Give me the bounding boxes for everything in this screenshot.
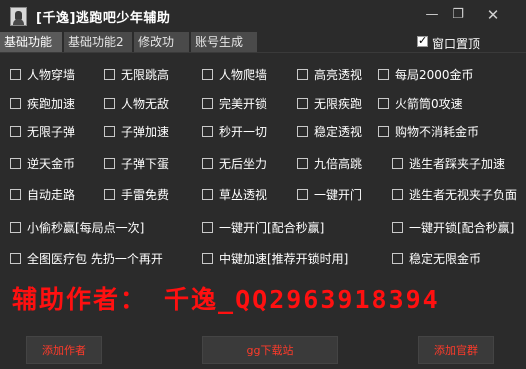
maximize-button[interactable]: ❐ [446, 5, 470, 25]
checkbox-icon[interactable] [104, 189, 115, 200]
window-title: [千逸]逃跑吧少年辅助 [36, 11, 171, 26]
checkbox-icon[interactable] [392, 253, 403, 264]
checkbox-icon[interactable] [104, 126, 115, 137]
checkbox-checked-icon[interactable] [417, 34, 428, 47]
checkbox-icon[interactable] [10, 222, 21, 233]
tab-account-generator[interactable]: 账号生成器 [191, 32, 257, 69]
checkbox-icon[interactable] [104, 98, 115, 109]
checkbox-icon[interactable] [10, 69, 21, 80]
checkbox-icon[interactable] [202, 222, 213, 233]
tab-modify-features[interactable]: 修改功能 [134, 32, 189, 69]
gg-download-button[interactable]: gg下载站 [202, 336, 338, 364]
title-bar: [千逸]逃跑吧少年辅助 — ❐ ✕ [0, 0, 526, 32]
checkbox-icon[interactable] [10, 253, 21, 264]
checkbox-icon[interactable] [202, 158, 213, 169]
checkbox-icon[interactable] [297, 158, 308, 169]
close-button[interactable]: ✕ [481, 5, 505, 25]
checkbox-icon[interactable] [104, 69, 115, 80]
checkbox-icon[interactable] [10, 126, 21, 137]
checkbox-icon[interactable] [10, 158, 21, 169]
tab-basic-features[interactable]: 基础功能 [0, 32, 62, 52]
checkbox-icon[interactable] [297, 189, 308, 200]
checkbox-icon[interactable] [10, 189, 21, 200]
add-group-button[interactable]: 添加官群 [418, 336, 494, 364]
author-banner: 辅助作者： 千逸_QQ2963918394 [12, 285, 440, 314]
checkbox-icon[interactable] [392, 158, 403, 169]
minimize-button[interactable]: — [420, 5, 444, 25]
options-panel: 人物穿墙 无限跳高 人物爬墙 高亮透视 每局2000金币 疾跑加速 人物无敌 完… [0, 52, 526, 369]
checkbox-icon[interactable] [10, 98, 21, 109]
topmost-label: 窗口置顶 [432, 37, 481, 51]
checkbox-icon[interactable] [297, 126, 308, 137]
checkbox-icon[interactable] [392, 189, 403, 200]
checkbox-icon[interactable] [104, 158, 115, 169]
checkbox-icon[interactable] [202, 98, 213, 109]
checkbox-icon[interactable] [378, 69, 389, 80]
tab-basic-features-2[interactable]: 基础功能2 [64, 32, 132, 52]
checkbox-icon[interactable] [202, 69, 213, 80]
checkbox-icon[interactable] [297, 69, 308, 80]
add-author-button[interactable]: 添加作者 [26, 336, 102, 364]
checkbox-icon[interactable] [202, 189, 213, 200]
checkbox-icon[interactable] [378, 98, 389, 109]
checkbox-icon[interactable] [297, 98, 308, 109]
main-window: [千逸]逃跑吧少年辅助 — ❐ ✕ 基础功能 基础功能2 修改功能 账号生成器 … [0, 0, 526, 369]
checkbox-icon[interactable] [202, 126, 213, 137]
checkbox-icon[interactable] [202, 253, 213, 264]
checkbox-icon[interactable] [378, 126, 389, 137]
app-avatar-icon [10, 7, 27, 26]
checkbox-icon[interactable] [392, 222, 403, 233]
